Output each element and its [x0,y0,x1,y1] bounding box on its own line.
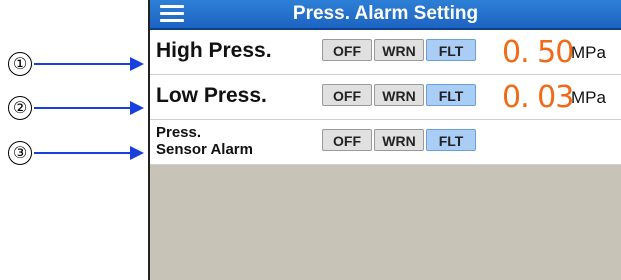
flt-button[interactable]: FLT [426,129,476,151]
row-label: High Press. [156,39,272,62]
off-button[interactable]: OFF [322,84,372,106]
arrow-right-icon [130,146,144,160]
flt-button[interactable]: FLT [426,39,476,61]
pressure-value[interactable]: 0. 03 [502,80,574,115]
wrn-button[interactable]: WRN [374,39,424,61]
callout-number: ② [8,96,32,120]
callout-arrow-line [34,152,132,154]
pressure-unit: MPa [571,43,606,62]
title-bar: Press. Alarm Setting [150,0,621,30]
off-button[interactable]: OFF [322,129,372,151]
wrn-button[interactable]: WRN [374,84,424,106]
callout-2: ② [0,96,148,122]
row-low-press: Low Press. OFF WRN FLT 0. 03 MPa [150,75,621,120]
arrow-right-icon [130,101,144,115]
off-button[interactable]: OFF [322,39,372,61]
callout-number: ① [8,52,32,76]
row-sensor-alarm: Press. Sensor Alarm OFF WRN FLT [150,120,621,165]
arrow-right-icon [130,57,144,71]
row-label: Low Press. [156,84,267,107]
row-high-press: High Press. OFF WRN FLT 0. 50 MPa [150,30,621,75]
row-label: Press. Sensor Alarm [156,124,253,158]
row-label-line-1: Press. [156,124,202,141]
callout-1: ① [0,52,148,78]
callout-number: ③ [8,141,32,165]
callout-arrow-line [34,107,132,109]
pressure-unit: MPa [571,88,606,107]
callout-3: ③ [0,141,148,167]
alarm-settings-list: High Press. OFF WRN FLT 0. 50 MPa Low Pr… [150,30,621,165]
page-title: Press. Alarm Setting [292,3,479,24]
row-label-line-2: Sensor Alarm [156,141,253,158]
flt-button[interactable]: FLT [426,84,476,106]
device-screen: Press. Alarm Setting High Press. OFF WRN… [148,0,621,280]
pressure-value[interactable]: 0. 50 [502,35,574,70]
callout-arrow-line [34,63,132,65]
wrn-button[interactable]: WRN [374,129,424,151]
